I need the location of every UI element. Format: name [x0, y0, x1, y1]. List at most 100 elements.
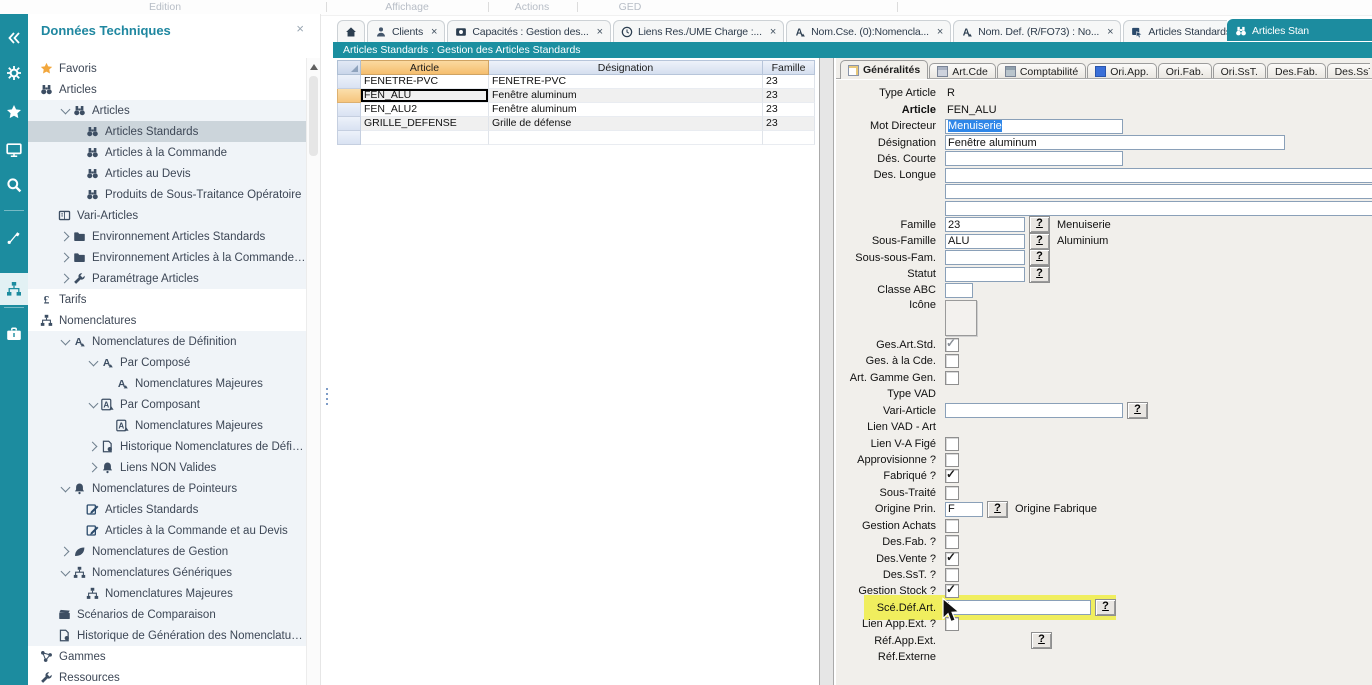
close-tab-icon[interactable]: [431, 27, 437, 37]
tab-capacites[interactable]: Capacités : Gestion des...: [447, 20, 611, 42]
form-tab-des-sst[interactable]: Des.SsT.: [1327, 63, 1370, 79]
column-header[interactable]: Article: [361, 60, 489, 75]
row-selector[interactable]: [337, 89, 361, 103]
gestion-achats-checkbox[interactable]: [945, 519, 959, 533]
tree-item[interactable]: Environnement Articles Standards: [28, 226, 306, 247]
ref-app-ext-lookup-button[interactable]: ?: [1031, 632, 1052, 649]
table-form-divider[interactable]: [819, 58, 834, 685]
des-vente-checkbox[interactable]: [945, 552, 959, 566]
chevron-down-icon[interactable]: [86, 355, 101, 370]
table-row[interactable]: FEN_ALUFenêtre aluminum23: [337, 89, 815, 103]
vari-article-lookup-button[interactable]: ?: [1127, 402, 1148, 419]
tree-item[interactable]: Historique de Génération des Nomenclatur…: [28, 625, 306, 646]
form-tab-comptabilite[interactable]: Comptabilité: [997, 63, 1086, 79]
menu-item-affichage[interactable]: Affichage: [362, 1, 452, 13]
menu-item-edition[interactable]: Edition: [120, 1, 210, 13]
tree-item[interactable]: Articles: [28, 100, 306, 121]
ges-a-la-cde-checkbox[interactable]: [945, 354, 959, 368]
des-fab-checkbox[interactable]: [945, 535, 959, 549]
tab-articles-standards[interactable]: Articles Standards: [1123, 20, 1227, 42]
chevron-down-icon[interactable]: [58, 481, 73, 496]
sous-famille-lookup-button[interactable]: ?: [1029, 233, 1050, 250]
tree-item[interactable]: Nomenclatures de Gestion: [28, 541, 306, 562]
chevron-down-icon[interactable]: [58, 565, 73, 580]
rail-logistics[interactable]: [0, 320, 28, 348]
cell[interactable]: Fenêtre aluminum: [489, 89, 763, 103]
chevron-right-icon[interactable]: [58, 250, 73, 265]
mot-directeur-input[interactable]: Menuiserie: [945, 119, 1123, 134]
cell[interactable]: FEN_ALU2: [361, 103, 489, 117]
rail-technical-data[interactable]: [0, 273, 28, 305]
tab-nom-cse[interactable]: Nom.Cse. (0):Nomencla...: [786, 20, 951, 42]
tab-liens-res-ume-charge[interactable]: Liens Res./UME Charge :...: [613, 20, 784, 42]
menu-item-ged[interactable]: GED: [585, 1, 675, 13]
close-tab-icon[interactable]: [1107, 27, 1113, 37]
cell[interactable]: FEN_ALU: [361, 89, 489, 103]
cell[interactable]: Grille de défense: [489, 117, 763, 131]
form-tab-art-cde[interactable]: Art.Cde: [929, 63, 996, 79]
rail-workstation[interactable]: [0, 136, 28, 164]
tree-item[interactable]: Produits de Sous-Traitance Opératoire: [28, 184, 306, 205]
chevron-right-icon[interactable]: [58, 229, 73, 244]
row-selector[interactable]: [337, 131, 361, 145]
cell[interactable]: 23: [763, 103, 815, 117]
form-tab-des-fab[interactable]: Des.Fab.: [1267, 63, 1326, 79]
tree-item[interactable]: Gammes: [28, 646, 306, 667]
nav-scrollbar[interactable]: [306, 58, 320, 685]
table-row-empty[interactable]: [337, 131, 815, 145]
tree-item[interactable]: Nomenclatures: [28, 310, 306, 331]
chevron-right-icon[interactable]: [86, 460, 101, 475]
tab-home[interactable]: [337, 20, 365, 42]
rail-search[interactable]: [0, 171, 28, 199]
tree-item[interactable]: Par Composant: [28, 394, 306, 415]
cell[interactable]: 23: [763, 89, 815, 103]
origine-prin-lookup-button[interactable]: ?: [987, 501, 1008, 518]
des-sst-checkbox[interactable]: [945, 568, 959, 582]
tab-clients[interactable]: Clients: [367, 20, 445, 42]
tree-item[interactable]: Articles Standards: [28, 121, 306, 142]
art-gamme-gen-checkbox[interactable]: [945, 371, 959, 385]
row-selector[interactable]: [337, 103, 361, 117]
sous-sous-fam-input[interactable]: [945, 250, 1025, 265]
rail-settings[interactable]: [0, 59, 28, 87]
rail-favorites[interactable]: [0, 98, 28, 126]
tree-item[interactable]: Favoris: [28, 58, 306, 79]
form-tab-ori-sst[interactable]: Ori.SsT.: [1213, 63, 1266, 79]
close-tab-icon[interactable]: [937, 27, 943, 37]
tree-item[interactable]: Scénarios de Comparaison: [28, 604, 306, 625]
close-tab-icon[interactable]: [597, 27, 603, 37]
vari-article-input[interactable]: [945, 403, 1123, 418]
tree-item[interactable]: Tarifs: [28, 289, 306, 310]
tab-nom-def[interactable]: Nom. Def. (R/FO73) : No...: [953, 20, 1121, 42]
sous-sous-fam-lookup-button[interactable]: ?: [1029, 249, 1050, 266]
tab-articles-standards-active[interactable]: Articles Stan: [1227, 19, 1372, 41]
famille-lookup-button[interactable]: ?: [1029, 216, 1050, 233]
statut-input[interactable]: [945, 267, 1025, 282]
tree-item[interactable]: Ressources: [28, 667, 306, 685]
form-tab-generalites[interactable]: Généralités: [840, 60, 928, 79]
row-selector[interactable]: [337, 75, 361, 89]
close-panel-icon[interactable]: [296, 21, 304, 36]
close-tab-icon[interactable]: [770, 27, 776, 37]
tree-item[interactable]: Environnement Articles à la Commande / a…: [28, 247, 306, 268]
famille-input[interactable]: 23: [945, 217, 1025, 232]
rail-production[interactable]: [0, 223, 28, 251]
chevron-down-icon[interactable]: [58, 334, 73, 349]
table-row[interactable]: FEN_ALU2Fenêtre aluminum23: [337, 103, 815, 117]
classe-abc-input[interactable]: [945, 283, 973, 298]
chevron-right-icon[interactable]: [86, 439, 101, 454]
scroll-thumb[interactable]: [309, 76, 318, 156]
des-longue-2-input[interactable]: [945, 184, 1372, 199]
lien-va-fige-checkbox[interactable]: [945, 437, 959, 451]
rail-collapse-panel[interactable]: [0, 24, 28, 52]
tree-item[interactable]: Nomenclatures Majeures: [28, 373, 306, 394]
sous-famille-input[interactable]: ALU: [945, 234, 1025, 249]
tree-item[interactable]: Articles à la Commande et au Devis: [28, 520, 306, 541]
table-row[interactable]: GRILLE_DEFENSEGrille de défense23: [337, 117, 815, 131]
fabrique-checkbox[interactable]: [945, 469, 959, 483]
statut-lookup-button[interactable]: ?: [1029, 266, 1050, 283]
sce-def-art-lookup-button[interactable]: ?: [1095, 599, 1116, 616]
chevron-down-icon[interactable]: [86, 397, 101, 412]
row-selector[interactable]: [337, 117, 361, 131]
column-header[interactable]: Famille: [763, 60, 815, 75]
